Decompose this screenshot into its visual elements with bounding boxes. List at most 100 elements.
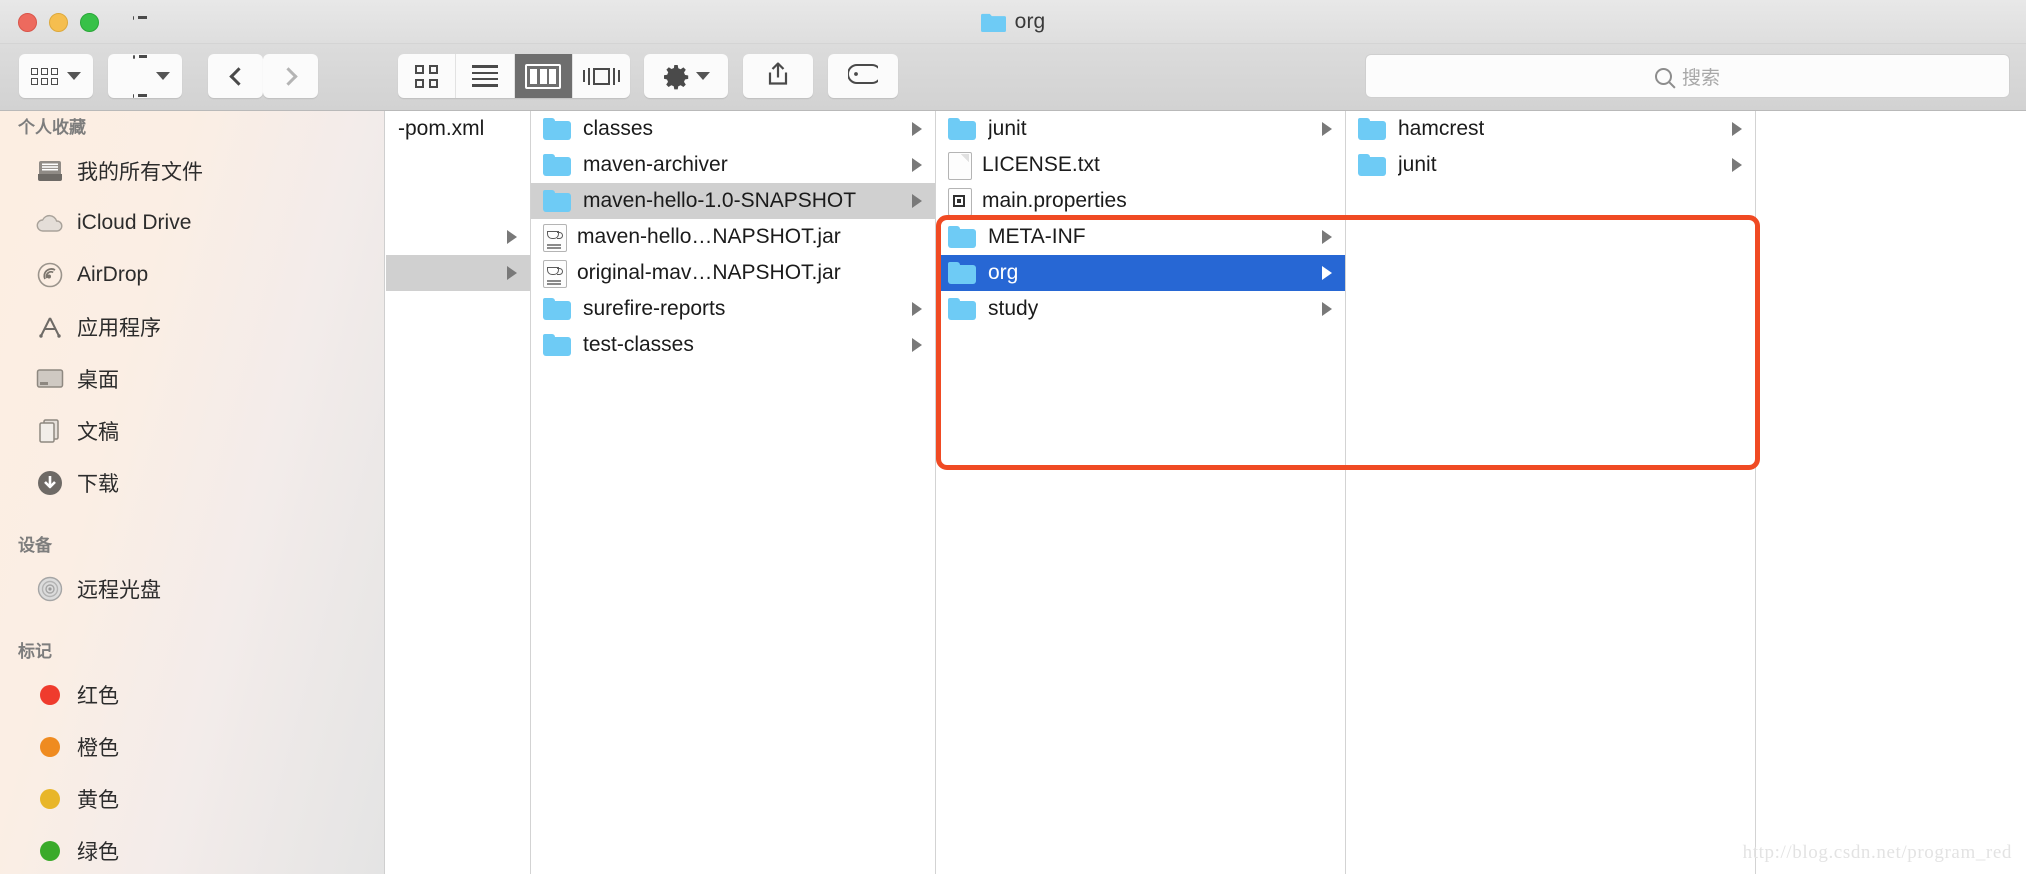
forward-button[interactable] <box>263 54 318 98</box>
view-mode-segmented-control[interactable] <box>398 54 630 98</box>
file-row-blank[interactable] <box>386 255 530 291</box>
folder-icon <box>1358 118 1386 140</box>
title-bar: org <box>0 0 2026 44</box>
sidebar-item[interactable]: 文稿 <box>0 405 384 457</box>
file-row[interactable]: original-mav…NAPSHOT.jar <box>531 255 935 291</box>
file-row[interactable]: test-classes <box>531 327 935 363</box>
tag-color-dot <box>40 685 60 705</box>
finder-column-1[interactable]: -pom.xml <box>386 111 531 874</box>
grid-icon <box>415 64 439 88</box>
toolbar: 搜索 <box>0 15 2026 137</box>
tag-dot-icon <box>36 681 64 709</box>
file-row-blank[interactable] <box>386 147 530 183</box>
tag-dot-icon <box>36 785 64 813</box>
list-view-button[interactable] <box>456 54 515 98</box>
disclosure-arrow-icon[interactable] <box>507 266 517 280</box>
sidebar[interactable]: 个人收藏 我的所有文件 iCloud Drive AirDrop 应用程序 桌面 文稿 下载设… <box>0 111 385 874</box>
share-icon <box>766 61 790 92</box>
group-button[interactable] <box>108 15 182 137</box>
coverflow-view-button[interactable] <box>573 54 630 98</box>
sidebar-item[interactable]: 红色 <box>0 669 384 721</box>
file-row[interactable]: maven-hello…NAPSHOT.jar <box>531 219 935 255</box>
file-row[interactable]: -pom.xml <box>386 111 530 147</box>
sidebar-item[interactable]: 橙色 <box>0 721 384 773</box>
content-area: 个人收藏 我的所有文件 iCloud Drive AirDrop 应用程序 桌面 文稿 下载设… <box>0 111 2026 874</box>
action-gear-button[interactable] <box>644 54 728 98</box>
watermark: http://blog.csdn.net/program_red <box>1742 842 2012 863</box>
folder-icon <box>543 118 571 140</box>
disclosure-arrow-icon[interactable] <box>1322 122 1332 136</box>
chevron-down-icon <box>695 72 710 80</box>
disclosure-arrow-icon[interactable] <box>1732 122 1742 136</box>
file-name: org <box>988 261 1019 284</box>
disclosure-arrow-icon[interactable] <box>912 158 922 172</box>
disclosure-arrow-icon[interactable] <box>507 230 517 244</box>
file-row[interactable]: main.properties <box>936 183 1345 219</box>
file-row[interactable]: study <box>936 291 1345 327</box>
window-title-group: org <box>0 0 2026 44</box>
sidebar-item[interactable]: 下载 <box>0 457 384 509</box>
file-row[interactable]: META-INF <box>936 219 1345 255</box>
tag-button[interactable] <box>828 54 898 98</box>
file-row[interactable]: classes <box>531 111 935 147</box>
file-row[interactable]: junit <box>936 111 1345 147</box>
file-row[interactable]: maven-archiver <box>531 147 935 183</box>
disclosure-arrow-icon[interactable] <box>1322 302 1332 316</box>
sidebar-item[interactable]: 我的所有文件 <box>0 145 384 197</box>
text-file-icon <box>948 152 972 180</box>
chevron-down-icon <box>67 72 81 80</box>
tag-color-dot <box>40 789 60 809</box>
disclosure-arrow-icon[interactable] <box>912 302 922 316</box>
file-row[interactable]: junit <box>1346 147 1755 183</box>
file-name: -pom.xml <box>398 117 485 140</box>
tag-dot-icon <box>36 837 64 865</box>
sidebar-item-label: 橙色 <box>77 737 119 760</box>
sidebar-item[interactable]: 应用程序 <box>0 301 384 353</box>
tag-icon <box>847 63 882 89</box>
sidebar-section-gap <box>0 509 384 529</box>
file-row[interactable]: surefire-reports <box>531 291 935 327</box>
file-name: study <box>988 297 1039 320</box>
finder-column-empty[interactable] <box>1756 111 2026 874</box>
finder-column-4[interactable]: hamcrest junit <box>1346 111 1756 874</box>
folder-icon <box>1358 154 1386 176</box>
disclosure-arrow-icon[interactable] <box>912 194 922 208</box>
file-name: original-mav…NAPSHOT.jar <box>577 261 841 284</box>
tag-dot-icon <box>36 733 64 761</box>
file-name: main.properties <box>982 189 1127 212</box>
sidebar-item[interactable]: AirDrop <box>0 249 384 301</box>
sidebar-item[interactable]: 黄色 <box>0 773 384 825</box>
column-view-button[interactable] <box>514 54 573 98</box>
disclosure-arrow-icon[interactable] <box>1322 266 1332 280</box>
cloud-icon <box>36 209 64 237</box>
sidebar-item[interactable]: 远程光盘 <box>0 563 384 615</box>
finder-window: org 搜索 个人收藏 我的所有文件 iCloud Drive AirDrop … <box>0 0 2026 874</box>
disclosure-arrow-icon[interactable] <box>1322 230 1332 244</box>
share-button[interactable] <box>743 54 813 98</box>
arrange-button[interactable] <box>19 54 93 98</box>
search-placeholder: 搜索 <box>1681 67 1720 89</box>
file-row[interactable]: LICENSE.txt <box>936 147 1345 183</box>
disclosure-arrow-icon[interactable] <box>912 122 922 136</box>
file-row-blank[interactable] <box>386 183 530 219</box>
finder-column-2[interactable]: classes maven-archiver maven-hello-1.0-SNA… <box>531 111 936 874</box>
folder-icon <box>948 118 976 140</box>
jar-file-icon <box>543 260 567 288</box>
sidebar-item-label: 文稿 <box>77 421 119 444</box>
back-button[interactable] <box>208 54 263 98</box>
file-row-blank[interactable] <box>386 219 530 255</box>
search-field[interactable]: 搜索 <box>1365 54 2010 98</box>
file-name: maven-hello…NAPSHOT.jar <box>577 225 841 248</box>
file-row[interactable]: maven-hello-1.0-SNAPSHOT <box>531 183 935 219</box>
file-name: LICENSE.txt <box>982 153 1100 176</box>
sidebar-item[interactable]: iCloud Drive <box>0 197 384 249</box>
finder-column-3[interactable]: junit LICENSE.txt main.properties META-INF o… <box>936 111 1346 874</box>
icon-view-button[interactable] <box>398 54 457 98</box>
disclosure-arrow-icon[interactable] <box>912 338 922 352</box>
sidebar-item[interactable]: 绿色 <box>0 825 384 874</box>
file-row[interactable]: org <box>936 255 1345 291</box>
disclosure-arrow-icon[interactable] <box>1732 158 1742 172</box>
file-row[interactable]: hamcrest <box>1346 111 1755 147</box>
sidebar-item-label: 下载 <box>77 473 119 496</box>
sidebar-item[interactable]: 桌面 <box>0 353 384 405</box>
